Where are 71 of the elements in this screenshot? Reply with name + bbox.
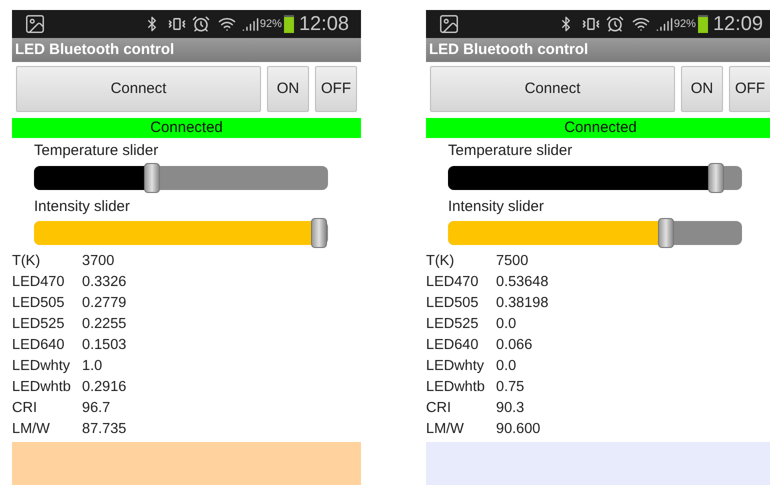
vibrate-icon [582,15,600,33]
slider-label: Intensity slider [448,196,545,216]
reading-value: 0.1503 [82,336,126,355]
reading-label: LED525 [426,314,480,334]
reading-value: 0.2779 [82,294,126,313]
reading-value: 0.38198 [496,294,548,313]
app-title: LED Bluetooth control [429,40,588,60]
reading-value: 1.0 [82,356,102,376]
reading-label: LEDwhty [12,356,72,376]
battery-percent: 92% [674,16,696,32]
reading-label: LM/W [12,420,51,439]
reading-label: CRI [12,398,38,418]
reading-label: CRI [426,398,452,418]
signal-icon [242,16,259,32]
off-button[interactable]: OFF [315,66,357,112]
reading-label: T(K) [12,252,42,271]
connect-button[interactable]: Connect [430,66,675,112]
reading-label: LM/W [426,420,465,439]
slider-thumb[interactable] [311,218,328,248]
reading-label: LED505 [12,294,66,313]
reading-value: 0.3326 [82,272,126,292]
on-button[interactable]: ON [681,66,723,112]
reading-value: 3700 [82,252,114,271]
reading-value: 0.2255 [82,314,126,334]
slider-label: Intensity slider [34,196,131,216]
clock-time: 12:09 [712,14,763,34]
signal-icon [656,16,673,32]
vibrate-icon [168,15,186,33]
reading-value: 0.2916 [82,378,126,397]
reading-label: T(K) [426,252,456,271]
battery-percent: 92% [260,16,282,32]
reading-value: 7500 [496,252,528,271]
wifi-icon [632,15,650,33]
reading-value: 87.735 [82,420,126,439]
connect-button[interactable]: Connect [16,66,261,112]
gallery-icon [438,13,460,35]
reading-value: 90.3 [496,398,524,418]
reading-label: LED470 [426,272,480,292]
reading-label: LEDwhty [426,356,486,376]
connection-status: Connected [12,118,361,138]
reading-label: LEDwhtb [12,378,72,397]
slider-thumb[interactable] [144,162,160,192]
reading-value: 0.0 [496,314,516,334]
reading-label: LED640 [12,336,66,355]
reading-value: 0.066 [496,336,532,355]
alarm-icon [192,15,210,33]
app-title: LED Bluetooth control [15,40,174,60]
slider-label: Temperature slider [448,141,574,161]
battery-icon [284,15,294,33]
reading-label: LEDwhtb [426,378,486,397]
slider-track[interactable] [448,221,742,245]
clock-time: 12:08 [298,14,349,34]
off-button[interactable]: OFF [729,66,770,112]
wifi-icon [218,15,236,33]
reading-label: LED525 [12,314,66,334]
reading-value: 0.75 [496,378,524,397]
connection-status: Connected [426,118,770,138]
gallery-icon [24,13,46,35]
slider-thumb[interactable] [658,218,674,248]
reading-label: LED505 [426,294,480,313]
reading-value: 96.7 [82,398,110,418]
slider-thumb[interactable] [708,162,724,192]
reading-value: 90.600 [496,420,540,439]
reading-label: LED470 [12,272,66,292]
alarm-icon [606,15,624,33]
battery-icon [698,15,708,33]
on-button[interactable]: ON [267,66,309,112]
reading-value: 0.0 [496,356,516,376]
slider-label: Temperature slider [34,141,160,161]
reading-label: LED640 [426,336,480,355]
reading-value: 0.53648 [496,272,548,292]
